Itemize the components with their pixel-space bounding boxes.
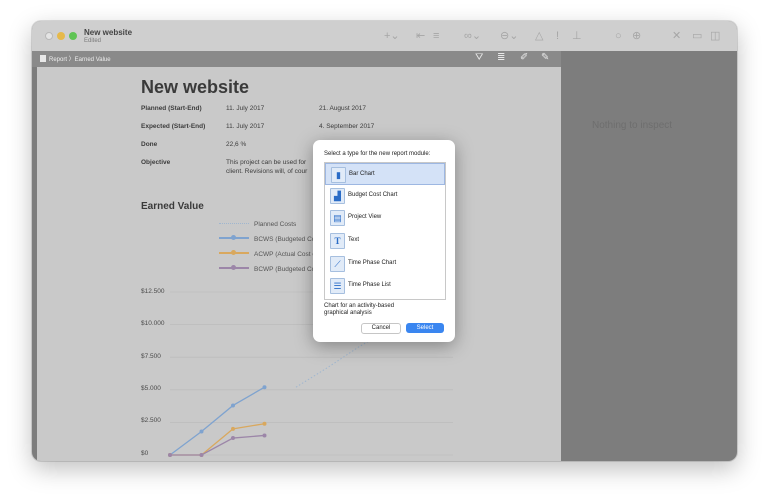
- data-point: [231, 436, 235, 441]
- time-phase-chart-icon: ⟋: [330, 256, 345, 272]
- notification-icon[interactable]: △: [535, 30, 543, 42]
- link-icon[interactable]: ∞⌄: [464, 30, 481, 42]
- path-bar: Report 〉Earned Value ⛛ ≣ ✐ ✎: [32, 51, 561, 67]
- share-icon[interactable]: ⊕: [632, 30, 641, 42]
- list-item-bar-chart[interactable]: ▮ Bar Chart: [325, 163, 445, 185]
- sync-icon[interactable]: ○: [615, 30, 622, 42]
- text-icon: T: [330, 233, 345, 249]
- breadcrumb-label: Report 〉Earned Value: [49, 57, 111, 63]
- select-button[interactable]: Select: [406, 323, 444, 333]
- dialog-description: Chart for an activity-based graphical an…: [324, 303, 434, 317]
- list-item-text[interactable]: T Text: [325, 230, 445, 252]
- document-title: New website: [84, 28, 133, 37]
- description-line: graphical analysis: [324, 310, 372, 316]
- brush-icon[interactable]: ✐: [520, 52, 528, 63]
- bottom-panel-icon[interactable]: ▭: [692, 30, 702, 42]
- app-window: New website Edited +⌄ ⇤ ≡ ∞⌄ ⊖⌄ △ ! ⊥ ○ …: [32, 21, 737, 461]
- person-icon[interactable]: ⊥: [572, 30, 582, 42]
- report-canvas: New website Planned (Start-End) 11. July…: [37, 67, 561, 461]
- list-item-time-phase-chart[interactable]: ⟋ Time Phase Chart: [325, 253, 445, 275]
- report-type-dialog: Select a type for the new report module:…: [313, 140, 455, 342]
- series-line: [169, 386, 265, 456]
- document-status: Edited: [84, 38, 102, 44]
- dialog-prompt: Select a type for the new report module:: [324, 151, 431, 157]
- minimize-window-button[interactable]: [57, 32, 65, 40]
- priority-icon[interactable]: !: [556, 30, 559, 42]
- list-item-project-view[interactable]: ▤ Project View: [325, 207, 445, 229]
- earned-value-chart: [168, 291, 453, 457]
- sidebar-panel-icon[interactable]: ◫: [710, 30, 720, 42]
- data-point: [199, 453, 204, 457]
- filter-icon[interactable]: ⛛: [475, 52, 483, 63]
- list-item-label: Time Phase List: [348, 282, 391, 288]
- list-item-label: Bar Chart: [349, 171, 375, 177]
- bar-chart-icon: ▮: [331, 167, 346, 183]
- project-view-icon: ▤: [330, 210, 345, 226]
- data-point: [262, 421, 267, 426]
- zoom-window-button[interactable]: [69, 32, 77, 40]
- add-icon[interactable]: +⌄: [384, 30, 400, 42]
- document-icon: [40, 55, 46, 62]
- title-bar: New website Edited +⌄ ⇤ ≡ ∞⌄ ⊖⌄ △ ! ⊥ ○ …: [32, 21, 737, 51]
- list-item-label: Budget Cost Chart: [348, 192, 398, 198]
- list-item-budget-cost-chart[interactable]: ▟ Budget Cost Chart: [325, 185, 445, 207]
- inspector-header: [561, 51, 737, 67]
- data-point: [262, 385, 267, 390]
- list-item-label: Time Phase Chart: [348, 260, 397, 266]
- data-point: [168, 453, 172, 457]
- description-line: Chart for an activity-based: [324, 303, 395, 309]
- data-point: [231, 403, 235, 408]
- list-item-label: Project View: [348, 214, 382, 220]
- wrench-icon[interactable]: ✎: [541, 52, 549, 63]
- list-item-time-phase-list[interactable]: ☰ Time Phase List: [325, 275, 445, 297]
- indent-icon[interactable]: ≡: [433, 30, 439, 42]
- outdent-icon[interactable]: ⇤: [416, 30, 425, 42]
- cancel-button[interactable]: Cancel: [361, 323, 401, 334]
- tools-icon[interactable]: ✕: [672, 30, 681, 42]
- breadcrumb[interactable]: Report 〉Earned Value: [40, 54, 111, 63]
- data-point: [199, 429, 204, 434]
- data-point: [231, 426, 235, 431]
- time-phase-list-icon: ☰: [330, 278, 345, 294]
- list-item-label: Text: [348, 237, 360, 243]
- budget-chart-icon: ▟: [330, 188, 345, 204]
- inspector-empty-text: Nothing to inspect: [592, 120, 673, 131]
- format-icon[interactable]: ≣: [497, 52, 505, 63]
- data-point: [262, 433, 267, 438]
- series-line: [170, 423, 265, 456]
- report-type-list[interactable]: ▮ Bar Chart ▟ Budget Cost Chart ▤ Projec…: [324, 162, 446, 300]
- close-window-button[interactable]: [45, 32, 53, 40]
- remove-icon[interactable]: ⊖⌄: [500, 30, 518, 42]
